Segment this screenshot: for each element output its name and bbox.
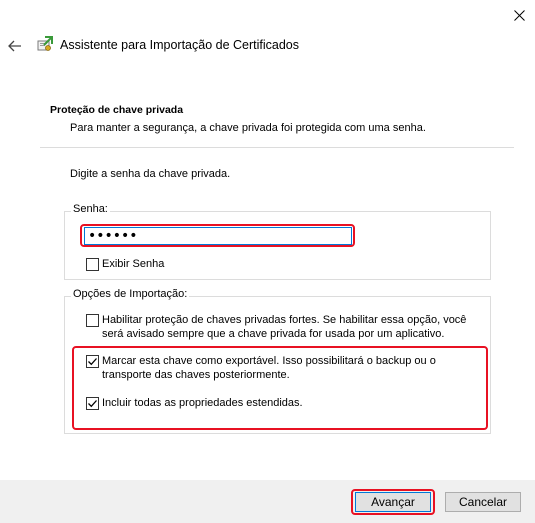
option-extended-properties[interactable]: Incluir todas as propriedades estendidas… — [86, 396, 486, 410]
password-prompt: Digite a senha da chave privada. — [70, 168, 231, 180]
show-password-label: Exibir Senha — [102, 258, 165, 270]
password-input[interactable]: •••••• — [84, 227, 352, 245]
checkmark-icon — [88, 400, 97, 408]
section-description: Para manter a segurança, a chave privada… — [70, 122, 426, 134]
extended-properties-label: Incluir todas as propriedades estendidas… — [102, 397, 303, 409]
strong-protection-label: Habilitar proteção de chaves privadas fo… — [102, 314, 467, 340]
close-button[interactable] — [504, 0, 535, 31]
certificate-wizard-icon — [37, 36, 53, 51]
import-options-legend: Opções de Importação: — [71, 288, 190, 300]
back-button[interactable] — [6, 37, 24, 55]
option-exportable[interactable]: Marcar esta chave como exportável. Isso … — [86, 354, 486, 382]
checkmark-icon — [88, 358, 97, 366]
section-heading: Proteção de chave privada — [50, 104, 184, 116]
back-arrow-icon — [8, 40, 21, 52]
window-title: Assistente para Importação de Certificad… — [60, 38, 300, 52]
show-password-checkbox-row[interactable]: Exibir Senha — [86, 257, 164, 271]
exportable-label: Marcar esta chave como exportável. Isso … — [102, 355, 436, 381]
exportable-checkbox[interactable] — [86, 355, 99, 368]
extended-properties-checkbox[interactable] — [86, 397, 99, 410]
close-icon — [514, 10, 525, 21]
password-group-legend: Senha: — [71, 203, 110, 215]
option-strong-protection[interactable]: Habilitar proteção de chaves privadas fo… — [86, 313, 486, 341]
show-password-checkbox[interactable] — [86, 258, 99, 271]
cancel-button[interactable]: Cancelar — [445, 492, 521, 512]
strong-protection-checkbox[interactable] — [86, 314, 99, 327]
divider — [40, 147, 514, 148]
next-button[interactable]: Avançar — [355, 492, 431, 512]
